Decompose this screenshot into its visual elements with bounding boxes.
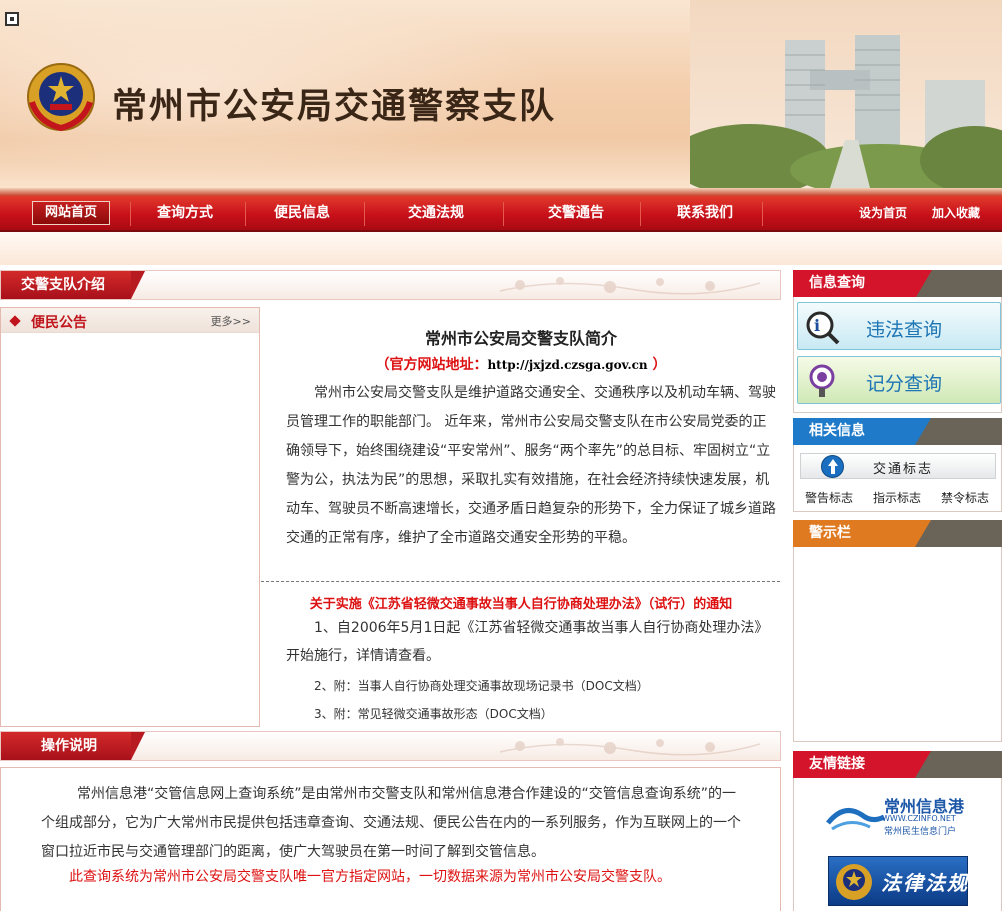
nav-separator xyxy=(364,202,365,226)
info-query-tab: 信息查询 xyxy=(793,270,932,297)
alert-box xyxy=(793,547,1002,742)
nav-traffic-laws[interactable]: 交通法规 xyxy=(396,196,476,230)
alert-tab: 警示栏 xyxy=(793,520,931,547)
alert-header: 警示栏 xyxy=(793,520,1002,547)
nav-home[interactable]: 网站首页 xyxy=(32,201,110,225)
svg-text:i: i xyxy=(814,316,820,335)
city-hall-image xyxy=(690,0,1002,188)
friend-links-tab: 友情链接 xyxy=(793,751,931,778)
points-query-label: 记分查询 xyxy=(866,373,943,395)
diamond-bullet-icon xyxy=(9,315,21,327)
legal-regulations-label: 法律法规 xyxy=(881,871,969,895)
official-notice: 此查询系统为常州市公安局交警支队唯一官方指定网站，一切数据来源为常州市公安局交警… xyxy=(69,869,671,885)
url-prefix: （官方网站地址： xyxy=(375,357,488,373)
magnifier-icon: i xyxy=(806,311,840,345)
notice-more-link[interactable]: 更多>> xyxy=(211,313,251,329)
intro-body: 常州市公安局交警支队是维护道路交通安全、交通秩序以及机动车辆、驾驶员管理工作的职… xyxy=(286,385,776,546)
related-info-tab: 相关信息 xyxy=(793,418,931,445)
info-query-box: i 违法查询 记分查询 xyxy=(793,297,1002,413)
warning-signs-link[interactable]: 警告标志 xyxy=(805,489,853,506)
intro-section-header: 交警支队介绍 xyxy=(0,270,781,300)
notice-paragraph: 1、自2006年5月1日起《江苏省轻微交通事故当事人自行协商处理办法》开始施行，… xyxy=(286,620,769,664)
nav-separator xyxy=(640,202,641,226)
legal-regulations-link[interactable]: 法律法规 xyxy=(828,856,968,906)
url-suffix: ） xyxy=(647,357,667,373)
intro-section-tab: 交警支队介绍 xyxy=(1,271,145,299)
nav-separator xyxy=(130,202,131,226)
indication-signs-link[interactable]: 指示标志 xyxy=(873,489,921,506)
set-homepage-link[interactable]: 设为首页 xyxy=(859,196,907,230)
intro-content: 常州市公安局交警支队简介 （官方网站地址：http://jxjzd.czsga.… xyxy=(261,307,781,727)
notice-panel: 便民公告 更多>> xyxy=(0,307,260,727)
nav-sub-band xyxy=(0,232,1002,265)
nav-top-border xyxy=(0,188,1002,196)
related-info-header: 相关信息 xyxy=(793,418,1002,445)
notice-panel-header: 便民公告 更多>> xyxy=(1,308,259,333)
floral-decoration xyxy=(500,738,760,756)
official-url-line: （官方网站地址：http://jxjzd.czsga.gov.cn ） xyxy=(261,354,781,374)
attachment-link-record[interactable]: 2、附：当事人自行协商处理交通事故现场记录书（DOC文档） xyxy=(314,677,649,694)
header-banner: 常州市公安局交通警察支队 xyxy=(0,0,1002,188)
dashed-divider xyxy=(261,581,780,582)
points-query-button[interactable]: 记分查询 xyxy=(797,356,1001,404)
czinfo-link[interactable]: 常州信息港 WWW.CZINFO.NET 常州民生信息门户 xyxy=(826,793,976,837)
nav-separator xyxy=(762,202,763,226)
operation-section-tab: 操作说明 xyxy=(1,732,145,760)
intro-title: 常州市公安局交警支队简介 xyxy=(424,329,617,348)
traffic-signs-button[interactable]: 交通标志 xyxy=(800,453,996,479)
violation-query-button[interactable]: i 违法查询 xyxy=(797,302,1001,350)
floral-decoration xyxy=(500,277,760,295)
traffic-signs-label: 交通标志 xyxy=(873,462,934,477)
operation-panel: 常州信息港“交管信息网上查询系统”是由常州市交警支队和常州信息港合作建设的“交管… xyxy=(0,767,781,911)
police-emblem-icon xyxy=(27,63,95,132)
operation-description: 常州信息港“交管信息网上查询系统”是由常州市交警支队和常州信息港合作建设的“交管… xyxy=(41,786,741,860)
friend-links-header: 友情链接 xyxy=(793,751,1002,778)
info-query-header: 信息查询 xyxy=(793,270,1002,297)
up-arrow-icon xyxy=(821,455,844,478)
nav-contact-us[interactable]: 联系我们 xyxy=(665,196,745,230)
prohibition-signs-link[interactable]: 禁令标志 xyxy=(941,489,989,506)
notice-panel-title: 便民公告 xyxy=(31,315,87,331)
operation-section-header: 操作说明 xyxy=(0,731,781,761)
main-nav: 网站首页 查询方式 便民信息 交通法规 交警通告 联系我们 设为首页 加入收藏 xyxy=(0,196,1002,232)
nav-traffic-notices[interactable]: 交警通告 xyxy=(536,196,616,230)
microphone-icon xyxy=(809,364,835,397)
police-badge-icon xyxy=(836,864,872,900)
related-info-box: 交通标志 警告标志 指示标志 禁令标志 xyxy=(793,445,1002,512)
window-icon xyxy=(5,12,19,26)
official-url[interactable]: http://jxjzd.czsga.gov.cn xyxy=(487,358,647,372)
site-title: 常州市公安局交通警察支队 xyxy=(112,86,557,127)
notice-title-link[interactable]: 关于实施《江苏省轻微交通事故当事人自行协商处理办法》（试行）的通知 xyxy=(261,593,781,612)
attachment-link-forms[interactable]: 3、附：常见轻微交通事故形态（DOC文档） xyxy=(314,705,553,722)
violation-query-label: 违法查询 xyxy=(866,319,943,341)
friend-links-box: 常州信息港 WWW.CZINFO.NET 常州民生信息门户 法律法规 xyxy=(793,778,1002,911)
nav-public-info[interactable]: 便民信息 xyxy=(262,196,342,230)
czinfo-subtitle: 常州民生信息门户 xyxy=(884,827,957,837)
add-favorites-link[interactable]: 加入收藏 xyxy=(932,196,980,230)
nav-query-methods[interactable]: 查询方式 xyxy=(145,196,225,230)
czinfo-url: WWW.CZINFO.NET xyxy=(882,814,956,823)
nav-separator xyxy=(503,202,504,226)
nav-separator xyxy=(245,202,246,226)
